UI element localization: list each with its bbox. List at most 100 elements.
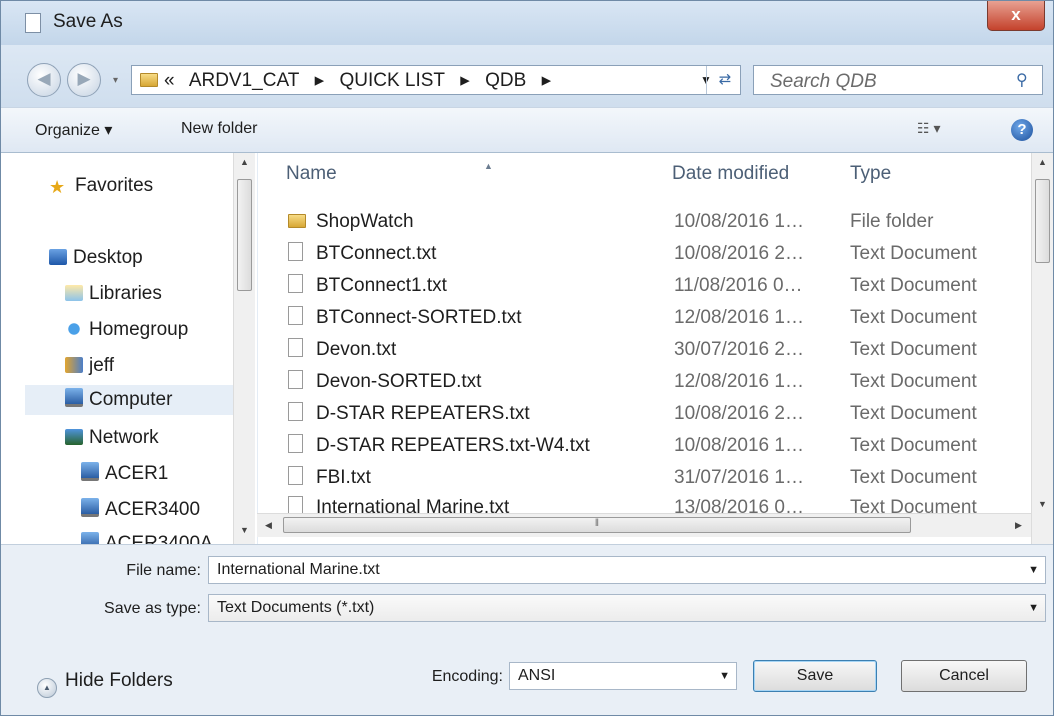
help-icon[interactable]: ? [1011,119,1033,141]
change-view-button[interactable]: ☷ ▾ [917,120,940,137]
scroll-up-arrow[interactable]: ▲ [1038,157,1047,167]
text-file-icon [288,338,303,357]
search-box[interactable]: ⚲ [753,65,1043,95]
scroll-down-arrow[interactable]: ▼ [1038,499,1047,509]
nav-item-acer3400a[interactable]: ACER3400A [81,529,213,544]
file-name: ShopWatch [316,211,414,232]
save-button[interactable]: Save [753,660,877,692]
nav-item-label: ACER1 [105,463,169,484]
column-header-date[interactable]: Date modified [672,163,789,185]
nav-item-label: ACER3400A [105,533,213,544]
nav-item-label: jeff [89,355,115,376]
computer-icon [81,462,99,481]
address-bar[interactable]: « ARDV1_CAT ▸ QUICK LIST ▸ QDB ▸ ▼ ⇄ [131,65,741,95]
navigation-bar: ◀ ▶ ▾ « ARDV1_CAT ▸ QUICK LIST ▸ QDB ▸ ▼… [1,45,1053,107]
file-name-value: International Marine.txt [217,561,380,578]
nav-item-network[interactable]: Network [65,423,159,453]
chevron-down-icon[interactable]: ▼ [1028,557,1039,583]
close-button[interactable]: x [987,1,1045,31]
save-as-type-value: Text Documents (*.txt) [217,599,375,616]
column-header-label: Name [286,163,337,184]
nav-item-homegroup[interactable]: Homegroup [65,315,188,345]
breadcrumb-ardv1-cat[interactable]: ARDV1_CAT [189,70,300,91]
desktop-icon [49,249,67,265]
nav-item-favorites[interactable]: ★ Favorites [49,171,153,201]
table-row[interactable]: Devon-SORTED.txt 12/08/2016 1… Text Docu… [258,365,1028,397]
file-type: Text Document [850,403,977,424]
organize-button[interactable]: Organize ▾ [35,120,112,140]
nav-item-acer1[interactable]: ACER1 [81,459,168,489]
breadcrumb-separator[interactable]: ▸ [542,70,552,91]
file-name: BTConnect-SORTED.txt [316,307,522,328]
scroll-right-arrow[interactable]: ▶ [1015,520,1022,531]
encoding-value: ANSI [518,667,556,684]
table-row[interactable]: D-STAR REPEATERS.txt-W4.txt 10/08/2016 1… [258,429,1028,461]
table-row[interactable]: FBI.txt 31/07/2016 1… Text Document [258,461,1028,493]
chevron-down-icon[interactable]: ▼ [1028,595,1039,621]
nav-item-computer[interactable]: Computer [25,385,233,415]
recent-pages-dropdown[interactable]: ▾ [113,75,118,86]
breadcrumb-qdb[interactable]: QDB [485,70,526,91]
nav-item-desktop[interactable]: Desktop [49,243,143,273]
breadcrumb-overflow[interactable]: « [164,70,175,91]
file-date: 10/08/2016 2… [674,243,804,264]
computer-icon [65,388,83,407]
table-row[interactable]: BTConnect1.txt 11/08/2016 0… Text Docume… [258,269,1028,301]
table-row[interactable]: BTConnect-SORTED.txt 12/08/2016 1… Text … [258,301,1028,333]
nav-item-label: Desktop [73,247,143,268]
file-name: BTConnect.txt [316,243,437,264]
cancel-button[interactable]: Cancel [901,660,1027,692]
horizontal-scrollbar[interactable]: ◀ ‖ ▶ [257,513,1031,537]
navigation-scrollbar[interactable]: ▲ ▼ [233,153,255,544]
table-row[interactable]: ShopWatch 10/08/2016 1… File folder [258,205,1028,237]
new-folder-button[interactable]: New folder [181,120,257,138]
file-name: Devon-SORTED.txt [316,371,482,392]
nav-item-acer3400[interactable]: ACER3400 [81,495,200,525]
file-name-field[interactable]: International Marine.txt ▼ [208,556,1046,584]
file-name: Devon.txt [316,339,397,360]
scroll-down-arrow[interactable]: ▼ [240,525,249,535]
table-row[interactable]: Devon.txt 30/07/2016 2… Text Document [258,333,1028,365]
refresh-icon[interactable]: ⇄ [706,66,743,94]
scrollbar-thumb[interactable] [1035,179,1050,263]
nav-item-jeff[interactable]: jeff [65,351,114,381]
breadcrumb-separator[interactable]: ▸ [315,70,325,91]
text-file-icon [288,370,303,389]
sort-ascending-icon: ▲ [484,161,493,171]
breadcrumb: « ARDV1_CAT ▸ QUICK LIST ▸ QDB ▸ [164,69,561,92]
forward-button[interactable]: ▶ [67,63,101,97]
table-row[interactable]: BTConnect.txt 10/08/2016 2… Text Documen… [258,237,1028,269]
search-input[interactable] [768,70,1002,94]
column-header-name[interactable]: Name ▲ [286,161,493,185]
table-row[interactable]: D-STAR REPEATERS.txt 10/08/2016 2… Text … [258,397,1028,429]
hide-folders-button[interactable]: ▲ Hide Folders [37,670,173,698]
file-date: 10/08/2016 1… [674,435,804,456]
nav-item-label: Network [89,427,159,448]
file-type: Text Document [850,435,977,456]
scroll-up-arrow[interactable]: ▲ [240,157,249,167]
text-file-icon [288,466,303,485]
breadcrumb-separator[interactable]: ▸ [460,70,470,91]
scrollbar-thumb[interactable]: ‖ [283,517,911,533]
save-as-type-select[interactable]: Text Documents (*.txt) ▼ [208,594,1046,622]
breadcrumb-quick-list[interactable]: QUICK LIST [339,70,445,91]
chevron-down-icon[interactable]: ▼ [719,663,730,689]
file-date: 31/07/2016 1… [674,467,804,488]
command-bar: Organize ▾ New folder ☷ ▾ ? [1,107,1053,153]
search-icon[interactable]: ⚲ [1016,70,1028,90]
file-name: D-STAR REPEATERS.txt-W4.txt [316,435,590,456]
file-date: 12/08/2016 1… [674,307,804,328]
scrollbar-thumb[interactable] [237,179,252,291]
nav-item-label: Homegroup [89,319,189,340]
save-as-dialog: Save As x ◀ ▶ ▾ « ARDV1_CAT ▸ QUICK LIST… [0,0,1054,716]
computer-icon [81,498,99,517]
scroll-left-arrow[interactable]: ◀ [265,520,272,531]
encoding-select[interactable]: ANSI ▼ [509,662,737,690]
column-header-type[interactable]: Type [850,163,891,185]
file-type: Text Document [850,467,977,488]
file-name: D-STAR REPEATERS.txt [316,403,530,424]
back-button[interactable]: ◀ [27,63,61,97]
file-list: Name ▲ Date modified Type ShopWatch 10/0… [258,153,1053,544]
nav-item-libraries[interactable]: Libraries [65,279,162,309]
file-list-scrollbar[interactable]: ▲ ▼ [1031,153,1053,544]
